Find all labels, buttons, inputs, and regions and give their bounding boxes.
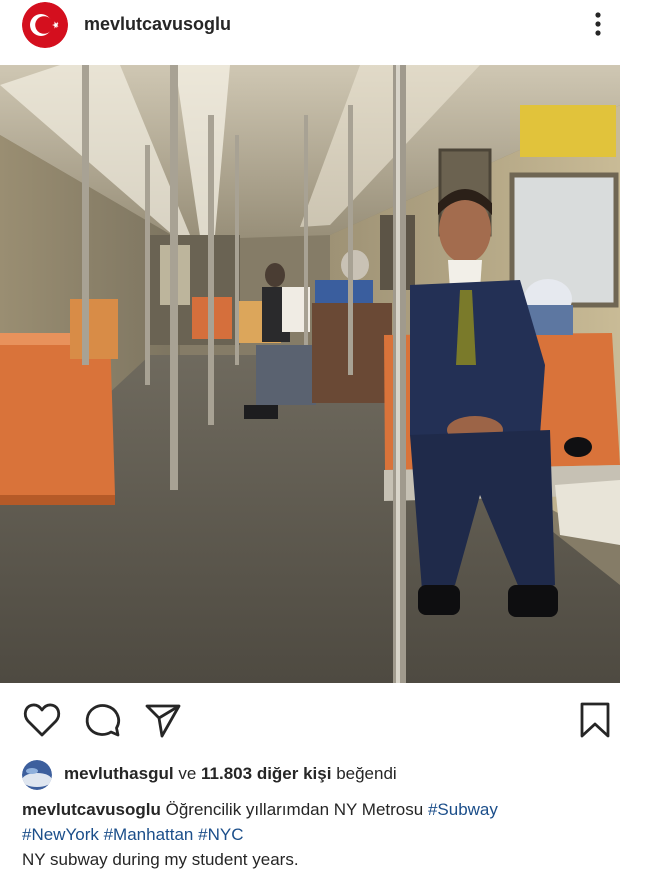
turkish-flag-icon (22, 2, 68, 48)
post-username[interactable]: mevlutcavusoglu (84, 14, 231, 35)
liker-avatar-image (22, 760, 52, 790)
action-bar (0, 690, 670, 746)
subway-photo-illustration (0, 65, 620, 683)
hashtag-manhattan[interactable]: #Manhattan (104, 825, 194, 844)
save-button[interactable] (575, 700, 615, 740)
likes-count[interactable]: 11.803 diğer kişi (201, 764, 331, 783)
heart-icon (23, 703, 61, 737)
likes-connector: ve (178, 764, 197, 783)
bookmark-icon (580, 702, 610, 738)
post-header: mevlutcavusoglu (0, 0, 670, 58)
vertical-ellipsis-icon (595, 12, 601, 36)
comment-bubble-icon (85, 704, 121, 737)
post-photo[interactable] (0, 65, 620, 683)
more-options-button[interactable] (586, 10, 610, 40)
liker-username[interactable]: mevluthasgul (64, 764, 174, 783)
likes-text: mevluthasgul ve 11.803 diğer kişi beğend… (64, 764, 397, 784)
caption-translation: NY subway during my student years. (22, 850, 299, 869)
comment-button[interactable] (83, 700, 123, 740)
caption-line-1: mevlutcavusoglu Öğrencilik yıllarımdan N… (22, 797, 662, 822)
likes-suffix: beğendi (336, 764, 397, 783)
caption-username[interactable]: mevlutcavusoglu (22, 800, 161, 819)
hashtag-nyc[interactable]: #NYC (198, 825, 243, 844)
profile-avatar[interactable] (22, 2, 68, 48)
paper-plane-icon (145, 704, 181, 738)
post-caption: mevlutcavusoglu Öğrencilik yıllarımdan N… (22, 797, 662, 870)
share-button[interactable] (143, 700, 183, 740)
caption-text: Öğrencilik yıllarımdan NY Metrosu (165, 800, 424, 819)
hashtag-newyork[interactable]: #NewYork (22, 825, 99, 844)
liker-avatar[interactable] (22, 760, 52, 790)
hashtag-subway[interactable]: #Subway (428, 800, 498, 819)
caption-line-2: #NewYork #Manhattan #NYC (22, 822, 662, 847)
likes-summary[interactable]: mevluthasgul ve 11.803 diğer kişi beğend… (22, 760, 662, 790)
like-button[interactable] (22, 700, 62, 740)
